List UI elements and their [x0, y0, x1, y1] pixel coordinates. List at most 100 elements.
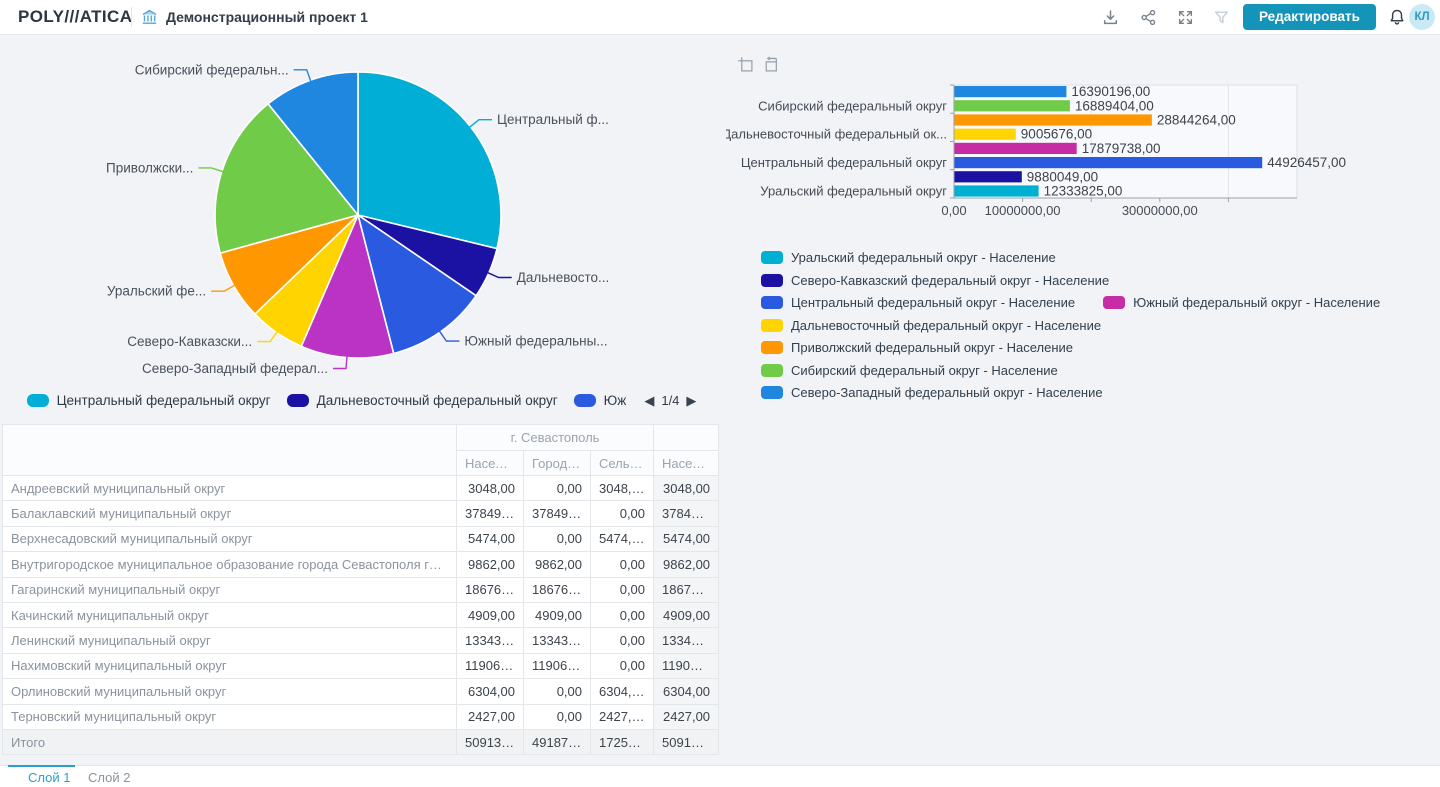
value-cell[interactable]: 0,00: [591, 628, 654, 653]
value-cell[interactable]: 17253,00: [591, 729, 654, 754]
row-label[interactable]: Внутригородское муниципальное образовани…: [3, 552, 457, 577]
row-label[interactable]: Нахимовский муниципальный округ: [3, 653, 457, 678]
bar-legend-item[interactable]: Северо-Кавказский федеральный округ - На…: [761, 273, 1109, 288]
row-label[interactable]: Гагаринский муниципальный округ: [3, 577, 457, 602]
bar[interactable]: [954, 114, 1152, 125]
tab-layer-2[interactable]: Слой 2: [88, 766, 130, 787]
legend-next-icon[interactable]: ▶: [686, 394, 696, 407]
value-cell[interactable]: 5474,00: [591, 526, 654, 551]
pie-legend-item[interactable]: Центральный федеральный округ: [27, 393, 271, 408]
row-label[interactable]: Терновский муниципальный округ: [3, 704, 457, 729]
value-cell[interactable]: 0,00: [591, 501, 654, 526]
bar-value-label: 16390196,00: [1071, 84, 1150, 99]
value-cell[interactable]: 133431,00: [654, 628, 719, 653]
value-cell[interactable]: 6304,00: [591, 679, 654, 704]
value-cell[interactable]: 119064,00: [524, 653, 591, 678]
value-cell[interactable]: 9862,00: [524, 552, 591, 577]
tab-layer-1[interactable]: Слой 1: [28, 766, 70, 787]
pie-slice-label: Уральский фе...: [107, 284, 206, 299]
value-cell[interactable]: 0,00: [591, 552, 654, 577]
value-cell[interactable]: 119064,00: [654, 653, 719, 678]
select-zone-icon[interactable]: [737, 56, 754, 73]
value-cell[interactable]: 0,00: [591, 653, 654, 678]
value-cell[interactable]: 0,00: [524, 526, 591, 551]
pie-chart: Центральный ф...Дальневосто...Южный феде…: [0, 40, 723, 386]
bar-category-label: Центральный федеральный округ: [741, 155, 947, 170]
bar[interactable]: [954, 143, 1077, 154]
fullscreen-icon[interactable]: [1177, 9, 1194, 26]
value-cell[interactable]: 5474,00: [654, 526, 719, 551]
value-cell[interactable]: 133431,00: [524, 628, 591, 653]
value-cell[interactable]: 133431,00: [457, 628, 524, 653]
bar[interactable]: [954, 129, 1016, 140]
value-cell[interactable]: 186763,00: [457, 577, 524, 602]
filter-icon[interactable]: [1213, 9, 1230, 26]
value-cell[interactable]: 4909,00: [457, 602, 524, 627]
avatar[interactable]: КЛ: [1409, 4, 1435, 30]
bell-icon[interactable]: [1388, 8, 1405, 25]
value-cell[interactable]: 2427,00: [457, 704, 524, 729]
pie-slice-label: Южный федеральны...: [464, 334, 607, 349]
value-cell[interactable]: 0,00: [591, 602, 654, 627]
share-icon[interactable]: [1140, 9, 1157, 26]
value-cell[interactable]: 6304,00: [457, 679, 524, 704]
row-label[interactable]: Ленинский муниципальный округ: [3, 628, 457, 653]
row-label[interactable]: Качинский муниципальный округ: [3, 602, 457, 627]
value-cell[interactable]: 9862,00: [654, 552, 719, 577]
row-label[interactable]: Итого: [3, 729, 457, 754]
bar-value-label: 44926457,00: [1267, 155, 1346, 170]
value-cell[interactable]: 186763,00: [654, 577, 719, 602]
value-cell[interactable]: 9862,00: [457, 552, 524, 577]
value-cell[interactable]: 0,00: [524, 679, 591, 704]
value-cell[interactable]: 0,00: [524, 704, 591, 729]
bar[interactable]: [954, 185, 1039, 196]
bar-legend-item[interactable]: Уральский федеральный округ - Население: [761, 250, 1056, 265]
bar-legend-item[interactable]: Дальневосточный федеральный округ - Насе…: [761, 318, 1101, 333]
value-cell[interactable]: 509131,00: [654, 729, 719, 754]
pie-legend-item[interactable]: Юж: [574, 393, 627, 408]
bar-legend-item[interactable]: Сибирский федеральный округ - Население: [761, 363, 1058, 378]
legend-swatch: [27, 394, 49, 407]
value-cell[interactable]: 4909,00: [524, 602, 591, 627]
bar[interactable]: [954, 86, 1066, 97]
row-label[interactable]: Орлиновский муниципальный округ: [3, 679, 457, 704]
table-row: Андреевский муниципальный округ3048,000,…: [3, 476, 719, 501]
value-cell[interactable]: 37849,00: [524, 501, 591, 526]
bar[interactable]: [954, 157, 1262, 168]
value-cell[interactable]: 6304,00: [654, 679, 719, 704]
value-cell[interactable]: 3048,00: [654, 476, 719, 501]
value-cell[interactable]: 119064,00: [457, 653, 524, 678]
legend-label: Юж: [604, 393, 627, 408]
value-cell[interactable]: 509131,00: [457, 729, 524, 754]
column-header: Население: [457, 451, 524, 476]
reset-selection-icon[interactable]: [762, 56, 779, 73]
value-cell[interactable]: 37849,00: [457, 501, 524, 526]
pie-legend: Центральный федеральный округ Дальневосто…: [0, 389, 723, 411]
value-cell[interactable]: 5474,00: [457, 526, 524, 551]
value-cell[interactable]: 2427,00: [654, 704, 719, 729]
value-cell[interactable]: 3048,00: [457, 476, 524, 501]
bar[interactable]: [954, 100, 1070, 111]
value-cell[interactable]: 37849,00: [654, 501, 719, 526]
bar-legend-item[interactable]: Южный федеральный округ - Население: [1103, 295, 1380, 310]
edit-button[interactable]: Редактировать: [1243, 4, 1376, 30]
bar[interactable]: [954, 171, 1022, 182]
row-label[interactable]: Андреевский муниципальный округ: [3, 476, 457, 501]
legend-prev-icon[interactable]: ◀: [644, 394, 654, 407]
value-cell[interactable]: 491878,00: [524, 729, 591, 754]
bar-legend-item[interactable]: Приволжский федеральный округ - Населени…: [761, 340, 1073, 355]
value-cell[interactable]: 0,00: [591, 577, 654, 602]
row-label[interactable]: Верхнесадовский муниципальный округ: [3, 526, 457, 551]
value-cell[interactable]: 186763,00: [524, 577, 591, 602]
pie-legend-item[interactable]: Дальневосточный федеральный округ: [287, 393, 558, 408]
pie-label-line: [257, 332, 277, 342]
bar-legend-item[interactable]: Северо-Западный федеральный округ - Насе…: [761, 385, 1103, 400]
bar-legend-item[interactable]: Центральный федеральный округ - Населени…: [761, 295, 1075, 310]
value-cell[interactable]: 3048,00: [591, 476, 654, 501]
download-icon[interactable]: [1102, 9, 1119, 26]
value-cell[interactable]: 2427,00: [591, 704, 654, 729]
value-cell[interactable]: 4909,00: [654, 602, 719, 627]
row-label[interactable]: Балаклавский муниципальный округ: [3, 501, 457, 526]
legend-label: Приволжский федеральный округ - Населени…: [791, 340, 1073, 355]
value-cell[interactable]: 0,00: [524, 476, 591, 501]
